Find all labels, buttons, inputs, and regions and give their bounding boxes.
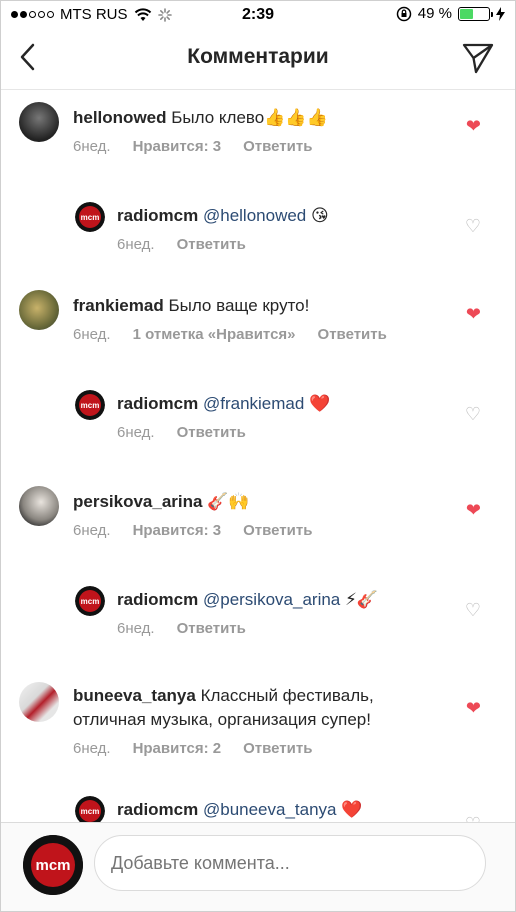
like-heart-outline-icon[interactable]: ♡ (465, 216, 481, 237)
rotation-lock-icon (396, 6, 412, 21)
comment-age: 6нед. (117, 620, 155, 637)
avatar[interactable]: mcm (75, 586, 105, 616)
comment-username[interactable]: radiomcm (117, 394, 198, 413)
status-right: 49 % (396, 5, 505, 22)
comment-username[interactable]: radiomcm (117, 206, 198, 225)
reply-button[interactable]: Ответить (177, 236, 246, 253)
mention-link[interactable]: @hellonowed (203, 206, 306, 225)
comment-age: 6нед. (73, 326, 111, 343)
like-heart-icon[interactable]: ❤ (466, 500, 481, 521)
status-bar: MTS RUS 2:39 49 % (1, 1, 515, 29)
comment-input[interactable] (94, 835, 486, 891)
svg-text:mcm: mcm (81, 401, 100, 410)
comment-text: Было клево (171, 108, 265, 127)
comment-emoji: ❤️ (341, 800, 363, 820)
like-heart-icon[interactable]: ❤ (466, 698, 481, 719)
comment-emoji: 🎸🙌 (207, 492, 250, 512)
reply-button[interactable]: Ответить (243, 522, 312, 539)
avatar[interactable] (19, 486, 59, 526)
comment-emoji: ⚡🎸 (345, 590, 379, 610)
avatar[interactable]: mcm (75, 390, 105, 420)
svg-text:mcm: mcm (81, 213, 100, 222)
comment-age: 6нед. (73, 522, 111, 539)
comment-username[interactable]: persikova_arina (73, 492, 202, 511)
comment-text: Было ваще круто! (168, 296, 310, 315)
avatar[interactable]: mcm (75, 202, 105, 232)
mention-link[interactable]: @buneeva_tanya (203, 800, 337, 819)
reply-button[interactable]: Ответить (243, 740, 312, 757)
reply-button[interactable]: Ответить (177, 620, 246, 637)
comment-emoji: 👍👍👍 (264, 108, 328, 128)
page-title: Комментарии (187, 45, 329, 68)
comment-likes-count[interactable]: Нравится: 3 (133, 522, 222, 539)
battery-icon (458, 6, 493, 21)
comment-age: 6нед. (117, 424, 155, 441)
app-frame: MTS RUS 2:39 49 % Комментарии hellonowed… (0, 0, 516, 912)
avatar[interactable] (19, 102, 59, 142)
comment-username[interactable]: radiomcm (117, 800, 198, 819)
charging-bolt-icon (496, 6, 505, 21)
comment-username[interactable]: frankiemad (73, 296, 164, 315)
comment-emoji: ❤️ (309, 394, 331, 414)
send-direct-icon[interactable] (461, 41, 495, 75)
svg-text:mcm: mcm (81, 597, 100, 606)
reply-button[interactable]: Ответить (318, 326, 387, 343)
comment-username[interactable]: radiomcm (117, 590, 198, 609)
comment-username[interactable]: buneeva_tanya (73, 686, 196, 705)
avatar[interactable] (19, 682, 59, 722)
battery-percent: 49 % (417, 5, 452, 22)
svg-text:mcm: mcm (81, 807, 100, 816)
comment-age: 6нед. (73, 740, 111, 757)
like-heart-icon[interactable]: ❤ (466, 116, 481, 137)
reply-button[interactable]: Ответить (177, 424, 246, 441)
mention-link[interactable]: @frankiemad (203, 394, 304, 413)
comment-age: 6нед. (73, 138, 111, 155)
comment-emoji: 😘 (311, 206, 329, 226)
comment-likes-count[interactable]: Нравится: 2 (133, 740, 222, 757)
like-heart-icon[interactable]: ❤ (466, 304, 481, 325)
comment-likes-count[interactable]: 1 отметка «Нравится» (133, 326, 296, 343)
mention-link[interactable]: @persikova_arina (203, 590, 340, 609)
avatar[interactable] (19, 290, 59, 330)
like-heart-outline-icon[interactable]: ♡ (465, 600, 481, 621)
comment-composer: mcm (1, 822, 515, 911)
comment-likes-count[interactable]: Нравится: 3 (133, 138, 222, 155)
nav-header: Комментарии (1, 29, 515, 90)
svg-text:mcm: mcm (35, 857, 70, 874)
like-heart-outline-icon[interactable]: ♡ (465, 404, 481, 425)
current-user-avatar: mcm (23, 835, 83, 895)
comment-username[interactable]: hellonowed (73, 108, 167, 127)
comment-age: 6нед. (117, 236, 155, 253)
reply-button[interactable]: Ответить (243, 138, 312, 155)
